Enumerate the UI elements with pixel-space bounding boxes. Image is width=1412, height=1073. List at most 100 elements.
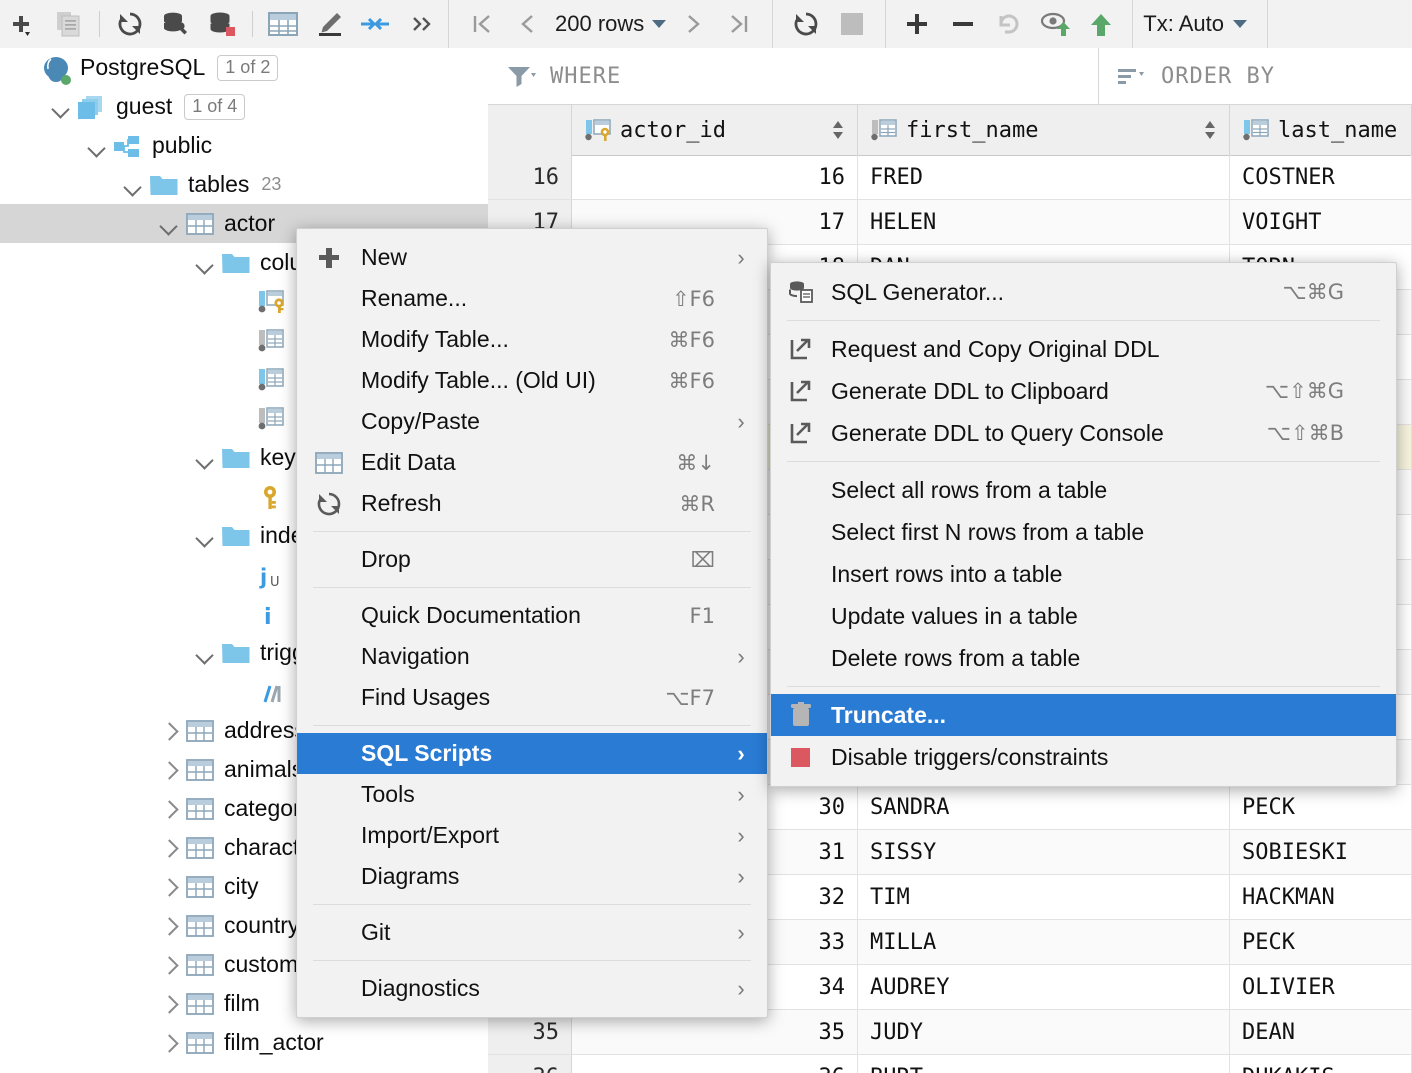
cell-last-name[interactable]: DEAN [1230,1010,1412,1054]
tree-twisty[interactable] [194,642,216,664]
tx-mode-dropdown[interactable]: Tx: Auto [1133,11,1257,37]
more-icon[interactable] [398,2,444,46]
stop-icon[interactable] [829,2,875,46]
remove-row-icon[interactable] [940,2,986,46]
submenu-item-generate-ddl-to-query-console[interactable]: Generate DDL to Query Console⌥⇧⌘B [771,412,1396,454]
cell-first-name[interactable]: SISSY [858,830,1230,874]
tree-twisty[interactable] [158,720,180,742]
preview-changes-icon[interactable] [1032,2,1078,46]
last-page-button[interactable] [716,2,762,46]
menu-item-refresh[interactable]: Refresh⌘R [297,483,767,524]
menu-item-tools[interactable]: Tools› [297,774,767,815]
menu-item-quick-documentation[interactable]: Quick DocumentationF1 [297,595,767,636]
first-page-button[interactable] [459,2,505,46]
menu-item-navigation[interactable]: Navigation› [297,636,767,677]
cell-last-name[interactable]: HACKMAN [1230,875,1412,919]
tree-twisty[interactable] [158,759,180,781]
revert-icon[interactable] [986,2,1032,46]
next-page-button[interactable] [670,2,716,46]
reload-icon[interactable] [783,2,829,46]
table-row[interactable]: 3636BURTDUKAKIS [488,1055,1412,1073]
menu-item-import-export[interactable]: Import/Export› [297,815,767,856]
menu-item-find-usages[interactable]: Find Usages⌥F7 [297,677,767,718]
cell-first-name[interactable]: TIM [858,875,1230,919]
cell-first-name[interactable]: MILLA [858,920,1230,964]
submenu-item-select-all-rows-from-a-table[interactable]: Select all rows from a table [771,469,1396,511]
cell-first-name[interactable]: SANDRA [858,785,1230,829]
sort-arrows-icon[interactable] [831,118,845,142]
menu-item-diagrams[interactable]: Diagrams› [297,856,767,897]
where-filter-input[interactable]: WHERE [488,48,1099,104]
cell-actor-id[interactable]: 36 [572,1055,858,1073]
submenu-item-generate-ddl-to-clipboard[interactable]: Generate DDL to Clipboard⌥⇧⌘G [771,370,1396,412]
cell-last-name[interactable]: PECK [1230,785,1412,829]
tree-twisty[interactable] [50,96,72,118]
cell-first-name[interactable]: FRED [858,155,1230,199]
tree-twisty[interactable] [194,525,216,547]
menu-item-drop[interactable]: Drop⌧ [297,539,767,580]
cell-actor-id[interactable]: 16 [572,155,858,199]
menu-item-modify-table[interactable]: Modify Table...⌘F6 [297,319,767,360]
menu-item-diagnostics[interactable]: Diagnostics› [297,968,767,1009]
edit-icon[interactable] [306,2,352,46]
add-row-icon[interactable] [894,2,940,46]
menu-item-rename[interactable]: Rename...⇧F6 [297,278,767,319]
cell-first-name[interactable]: BURT [858,1055,1230,1073]
cell-last-name[interactable]: VOIGHT [1230,200,1412,244]
cell-last-name[interactable]: SOBIESKI [1230,830,1412,874]
prev-page-button[interactable] [505,2,551,46]
tree-twisty[interactable] [158,915,180,937]
tree-twisty[interactable] [158,1032,180,1054]
filter-icon[interactable] [506,64,536,88]
grid-header-first-name[interactable]: first_name [858,105,1230,155]
sidebar-item-guest[interactable]: guest1 of 4 [0,87,488,126]
grid-header-last-name[interactable]: last_name [1230,105,1412,155]
refresh-icon[interactable] [107,2,153,46]
table-context-menu[interactable]: New›Rename...⇧F6Modify Table...⌘F6Modify… [296,228,768,1018]
database-tools-icon[interactable] [153,2,199,46]
submenu-item-disable-triggers-constraints[interactable]: Disable triggers/constraints [771,736,1396,778]
copy-icon[interactable] [46,2,92,46]
tree-twisty[interactable] [194,447,216,469]
sort-icon[interactable] [1117,64,1147,88]
collapse-icon[interactable] [352,2,398,46]
tree-twisty[interactable] [158,837,180,859]
tree-twisty[interactable] [158,876,180,898]
submenu-item-delete-rows-from-a-table[interactable]: Delete rows from a table [771,637,1396,679]
tree-twisty[interactable] [158,798,180,820]
cell-last-name[interactable]: OLIVIER [1230,965,1412,1009]
order-by-input[interactable]: ORDER BY [1099,48,1412,104]
tree-twisty[interactable] [158,954,180,976]
cell-last-name[interactable]: PECK [1230,920,1412,964]
sidebar-item-film-actor[interactable]: film_actor [0,1023,488,1062]
grid-header-actor-id[interactable]: actor_id [572,105,858,155]
menu-item-sql-scripts[interactable]: SQL Scripts› [297,733,767,774]
tree-twisty[interactable] [158,213,180,235]
rows-count-dropdown[interactable]: 200 rows [551,11,670,37]
cell-first-name[interactable]: AUDREY [858,965,1230,1009]
cell-last-name[interactable]: DUKAKIS [1230,1055,1412,1073]
cell-first-name[interactable]: JUDY [858,1010,1230,1054]
submenu-item-insert-rows-into-a-table[interactable]: Insert rows into a table [771,553,1396,595]
cell-last-name[interactable]: COSTNER [1230,155,1412,199]
add-icon[interactable] [0,2,46,46]
submenu-item-truncate[interactable]: Truncate... [771,694,1396,736]
sidebar-item-tables[interactable]: tables23 [0,165,488,204]
tree-twisty[interactable] [194,252,216,274]
table-row[interactable]: 1616FREDCOSTNER [488,155,1412,200]
sort-arrows-icon[interactable] [1203,118,1217,142]
submit-icon[interactable] [1078,2,1124,46]
menu-item-edit-data[interactable]: Edit Data⌘↓ [297,442,767,483]
submenu-item-request-and-copy-original-ddl[interactable]: Request and Copy Original DDL [771,328,1396,370]
tree-twisty[interactable] [86,135,108,157]
table-icon[interactable] [260,2,306,46]
menu-item-git[interactable]: Git› [297,912,767,953]
database-error-icon[interactable] [199,2,245,46]
menu-item-copy-paste[interactable]: Copy/Paste› [297,401,767,442]
tree-twisty[interactable] [158,993,180,1015]
menu-item-modify-table-old-ui[interactable]: Modify Table... (Old UI)⌘F6 [297,360,767,401]
sql-scripts-submenu[interactable]: SQL Generator...⌥⌘GRequest and Copy Orig… [770,262,1397,787]
sidebar-item-postgresql[interactable]: PostgreSQL1 of 2 [0,48,488,87]
submenu-item-update-values-in-a-table[interactable]: Update values in a table [771,595,1396,637]
menu-item-new[interactable]: New› [297,237,767,278]
